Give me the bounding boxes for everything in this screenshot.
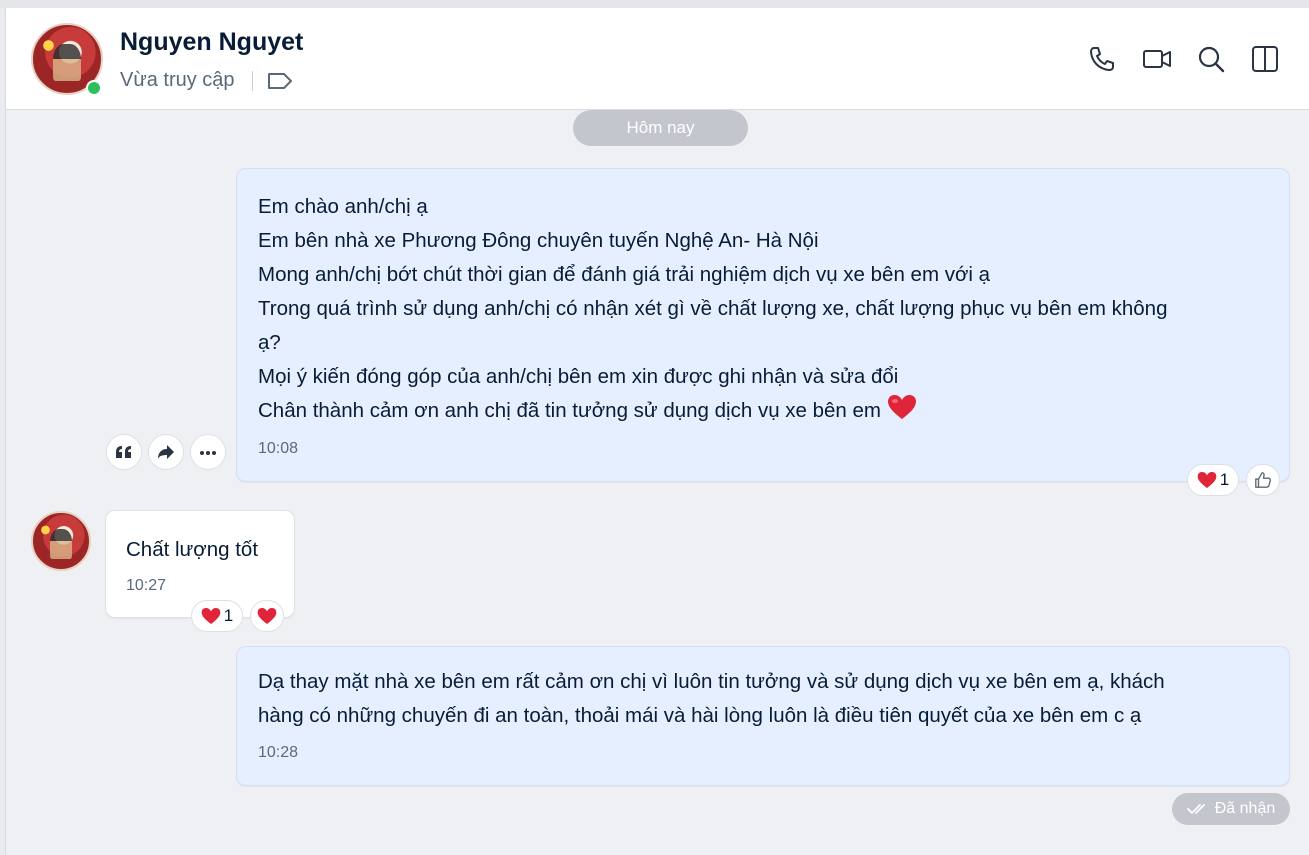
message-line: Trong quá trình sử dụng anh/chị có nhận …	[258, 297, 1168, 320]
heart-reaction-badge[interactable]: 1	[1187, 464, 1239, 496]
delivery-status-badge: Đã nhận	[1172, 793, 1290, 825]
contact-status: Vừa truy cập	[120, 69, 235, 91]
heart-react-button[interactable]	[250, 600, 284, 632]
sender-avatar[interactable]	[31, 511, 91, 571]
tag-icon[interactable]	[267, 70, 293, 92]
chat-header: Nguyen Nguyet Vừa truy cập	[6, 8, 1309, 110]
sidebar-toggle-icon[interactable]	[1250, 44, 1280, 74]
forward-icon	[158, 445, 174, 459]
like-reaction-button[interactable]	[1246, 464, 1280, 496]
contact-name[interactable]: Nguyen Nguyet	[120, 28, 303, 57]
delivery-status-text: Đã nhận	[1214, 800, 1276, 817]
header-separator	[252, 71, 253, 91]
outgoing-message-bubble[interactable]: Dạ thay mặt nhà xe bên em rất cảm ơn chị…	[236, 646, 1290, 786]
message-text: Em chào anh/chị ạ Em bên nhà xe Phương Đ…	[258, 190, 1278, 428]
heart-icon	[1197, 472, 1217, 488]
message-line: Em chào anh/chị ạ	[258, 195, 428, 218]
double-check-icon	[1186, 804, 1205, 814]
thumbs-up-icon	[1255, 472, 1271, 488]
avatar-image-person	[49, 528, 73, 560]
message-line: Dạ thay mặt nhà xe bên em rất cảm ơn chị…	[258, 670, 1165, 693]
reaction-count: 1	[1219, 470, 1230, 489]
heart-reaction-badge[interactable]: 1	[191, 600, 243, 632]
outgoing-message-bubble[interactable]: Em chào anh/chị ạ Em bên nhà xe Phương Đ…	[236, 168, 1290, 482]
online-status-dot	[86, 80, 102, 96]
message-time: 10:28	[258, 744, 299, 761]
more-icon	[200, 451, 216, 455]
message-time: 10:08	[258, 440, 299, 457]
message-line: hàng có những chuyến đi an toàn, thoải m…	[258, 704, 1142, 727]
message-time: 10:27	[126, 577, 167, 594]
message-line: Mong anh/chị bớt chút thời gian để đánh …	[258, 263, 991, 286]
heart-emoji-icon	[888, 395, 917, 419]
date-divider: Hôm nay	[573, 110, 748, 146]
video-call-icon[interactable]	[1142, 44, 1172, 74]
message-text: Chất lượng tốt	[126, 538, 259, 561]
quote-icon	[116, 446, 131, 458]
message-line-last: Chân thành cảm ơn anh chị đã tin tưởng s…	[258, 394, 1278, 428]
message-text: Dạ thay mặt nhà xe bên em rất cảm ơn chị…	[258, 665, 1278, 733]
message-line: ạ?	[258, 331, 281, 354]
message-line: Chân thành cảm ơn anh chị đã tin tưởng s…	[258, 399, 882, 422]
reaction-count: 1	[223, 606, 234, 625]
avatar-image-person	[53, 44, 81, 82]
more-options-button[interactable]	[190, 434, 226, 470]
window-top-strip	[0, 0, 1309, 8]
search-icon[interactable]	[1196, 44, 1226, 74]
message-line: Em bên nhà xe Phương Đông chuyên tuyến N…	[258, 229, 819, 252]
forward-button[interactable]	[148, 434, 184, 470]
quote-reply-button[interactable]	[106, 434, 142, 470]
message-line: Mọi ý kiến đóng góp của anh/chị bên em x…	[258, 365, 899, 388]
phone-icon[interactable]	[1087, 44, 1117, 74]
heart-icon	[201, 608, 221, 624]
heart-icon	[257, 608, 277, 624]
chat-window: Nguyen Nguyet Vừa truy cập Hôm nay Em ch…	[5, 8, 1309, 855]
